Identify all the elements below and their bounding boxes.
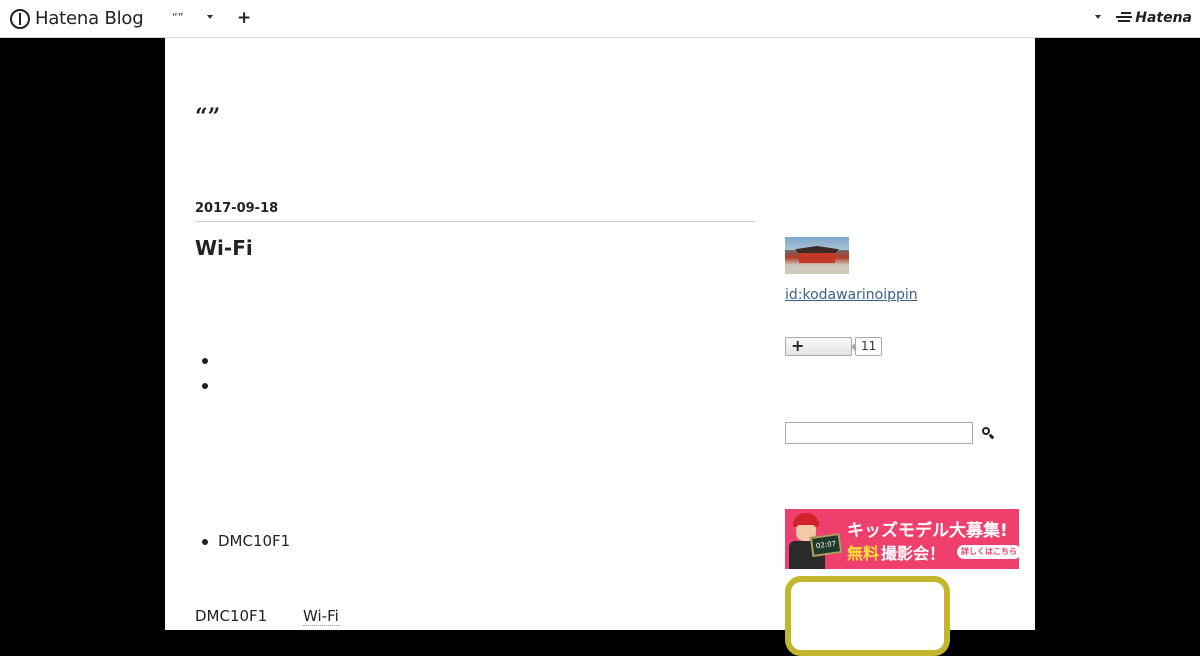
hatena-logo-text: Hatena (1135, 10, 1192, 26)
global-header: Hatena Blog “” + Hatena (0, 0, 1200, 38)
hatena-blog-logo-icon (10, 8, 30, 29)
keyword-link[interactable]: Wi-Fi (303, 607, 339, 626)
avatar[interactable] (785, 237, 849, 274)
ad-event-label: 撮影会！ (881, 544, 946, 563)
caret-down-icon[interactable] (1095, 15, 1101, 19)
subscriber-count: 11 (850, 337, 883, 356)
bullet-icon (202, 539, 208, 545)
ad-kid-illustration: 02:07 (787, 513, 845, 569)
hatena-logo[interactable]: Hatena (1116, 10, 1192, 26)
hatena-logo-icon (1116, 11, 1133, 25)
caret-down-icon[interactable] (207, 15, 213, 19)
blog-title[interactable]: “” (195, 104, 220, 130)
ad-banner[interactable]: 02:07 キッズモデル大募集! 無料 撮影会！ 詳しくはこちら (785, 509, 1019, 569)
body-text-model: DMC10F1 (195, 607, 268, 625)
blog-page: “” 2017-09-18 Wi-Fi DMC10F1 DMC10F1 Wi-F… (165, 38, 1035, 656)
search-input[interactable] (785, 422, 973, 444)
list-item-text: DMC10F1 (218, 532, 291, 550)
search-button[interactable] (979, 424, 997, 442)
ad-free-label: 無料 (847, 544, 880, 563)
entry-title[interactable]: Wi-Fi (195, 236, 253, 260)
logo-text: Hatena Blog (35, 8, 144, 29)
ad-frame[interactable] (785, 576, 950, 656)
author-id-link[interactable]: id:kodawarinoippin (785, 287, 918, 303)
plus-icon[interactable]: + (237, 8, 251, 28)
bullet-icon (202, 383, 208, 389)
subscribe-button[interactable]: + (785, 336, 852, 356)
plus-icon: + (791, 336, 805, 355)
ad-headline: キッズモデル大募集! (847, 521, 1008, 541)
hatena-blog-logo[interactable]: Hatena Blog (10, 8, 144, 29)
blog-switcher[interactable]: “” (172, 11, 183, 24)
ad-board-text: 02:07 (809, 533, 843, 557)
ad-cta-button[interactable]: 詳しくはこちら (957, 545, 1019, 559)
entry-date[interactable]: 2017-09-18 (195, 201, 755, 222)
bullet-icon (202, 358, 208, 364)
